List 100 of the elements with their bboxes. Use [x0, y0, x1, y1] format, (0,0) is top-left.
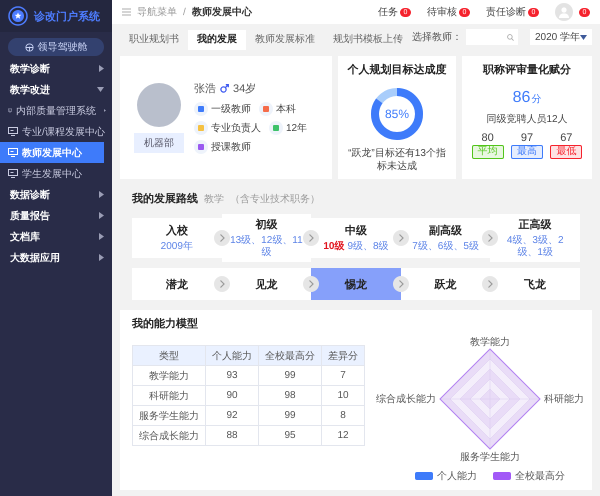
screen-icon: [8, 106, 12, 115]
submenu-label: 专业/课程发展中心: [22, 126, 105, 138]
submenu-item[interactable]: 内部质量管理系统: [0, 100, 112, 121]
user-icon: [558, 6, 570, 18]
breadcrumb-item: 教师发展中心: [192, 5, 252, 19]
year-select[interactable]: 2020 学年: [530, 29, 592, 45]
column-header: 差异分: [322, 346, 364, 366]
stat-value: 67: [560, 132, 572, 144]
level-name: 中级: [344, 224, 367, 238]
submenu-label: 学生发展中心: [22, 168, 82, 180]
submenu-label: 教师发展中心: [22, 146, 82, 160]
menu-item[interactable]: 大数据应用: [0, 247, 112, 268]
column-header: 个人能力: [206, 346, 258, 366]
menu-label: 教学诊断: [10, 62, 50, 76]
badge-icon: [194, 121, 208, 135]
table-cell: 10: [322, 386, 364, 406]
section-title: 我的能力模型: [132, 316, 199, 331]
progress-value: 85%: [384, 107, 410, 121]
table-cell: 98: [258, 386, 322, 406]
stat-tag: 最低: [550, 145, 582, 159]
chevron-right-icon: [214, 276, 230, 292]
axis-label: 综合成长能力: [376, 394, 436, 405]
level-grades: 4级、3级、2级、1级: [506, 235, 565, 259]
table-cell: 综合成长能力: [132, 426, 206, 446]
teacher-search-field[interactable]: [466, 29, 518, 45]
screen-icon: [8, 127, 18, 136]
stat-tag: 最高: [510, 145, 543, 159]
menu-item[interactable]: 数据诊断: [0, 184, 112, 205]
caret-right-icon: [99, 65, 104, 72]
column-header: 类型: [132, 346, 206, 366]
chevron-right-icon: [303, 230, 320, 246]
stage-card[interactable]: 见龙: [222, 268, 312, 300]
table-cell: 90: [206, 386, 258, 406]
legend-label: 个人能力: [437, 470, 477, 483]
screen-icon: [8, 148, 18, 157]
table-cell: 99: [258, 406, 322, 426]
tab[interactable]: 我的发展: [188, 30, 246, 50]
tab[interactable]: 规划书模板上传: [324, 30, 412, 50]
chevron-right-icon: [303, 276, 320, 292]
stat-value: 80: [482, 132, 494, 144]
caret-right-icon: [99, 254, 104, 261]
score-value: 86: [512, 89, 530, 107]
progress-ring: [368, 85, 426, 143]
goal-note: “跃龙”目标还有13个指标未达成: [347, 147, 447, 173]
submenu-item[interactable]: 专业/课程发展中心: [0, 121, 112, 142]
tab[interactable]: 职业规划书: [120, 30, 188, 50]
menu-icon: [122, 8, 131, 16]
caret-right-icon: [99, 212, 104, 219]
axis-label: 教学能力: [470, 337, 510, 348]
stat-tag: 平均: [472, 145, 504, 159]
submenu-item[interactable]: 学生发展中心: [0, 163, 112, 184]
chevron-right-icon: [482, 230, 498, 246]
breadcrumb-separator: /: [183, 6, 186, 18]
menu-label: 质量报告: [10, 210, 50, 222]
caret-right-icon: [99, 233, 104, 240]
table-cell: 12: [322, 426, 364, 446]
level-name: 初级: [255, 218, 278, 232]
table-cell: 92: [206, 406, 258, 426]
cockpit-button[interactable]: 领导驾驶舱: [8, 38, 104, 56]
avatar-photo-placeholder: [137, 82, 181, 126]
stage-card[interactable]: 潜龙: [132, 268, 222, 300]
stage-card[interactable]: 跃龙: [400, 268, 490, 300]
badge-icon: [194, 140, 208, 154]
profile-fact: 一级教师: [211, 103, 251, 116]
level-name: 正高级: [518, 218, 552, 232]
badge-icon: [259, 102, 273, 116]
axis-label: 科研能力: [544, 394, 584, 405]
table-cell: 93: [206, 366, 258, 386]
teacher-name: 张浩: [194, 82, 216, 96]
section-note: （含专业技术职务）: [230, 192, 320, 206]
level-name: 入校: [166, 224, 188, 238]
submenu-label: 内部质量管理系统: [16, 104, 96, 118]
menu-label: 文档库: [10, 230, 40, 244]
filter-label: 选择教师：: [412, 30, 462, 44]
stage-card[interactable]: 飞龙: [490, 268, 580, 300]
search-icon: [506, 34, 514, 40]
menu-item[interactable]: 文档库: [0, 226, 112, 247]
score-note: 同级竞聘人员12人: [486, 113, 568, 126]
menu-item[interactable]: 质量报告: [0, 205, 112, 226]
steering-wheel-icon: [24, 42, 34, 52]
table-cell: 7: [322, 366, 364, 386]
submenu-item[interactable]: 教师发展中心: [0, 142, 104, 163]
profile-fact: 12年: [286, 122, 308, 135]
table-cell: 服务学生能力: [132, 406, 206, 426]
menu-item[interactable]: 教学诊断: [0, 58, 112, 79]
badge-icon: [269, 121, 283, 135]
badge-icon: [194, 102, 208, 116]
department-button[interactable]: 机器部: [134, 132, 184, 152]
tab[interactable]: 教师发展标准: [246, 30, 324, 50]
legend-label: 全校最高分: [515, 470, 565, 483]
profile-fact: 本科: [276, 102, 296, 116]
stage-card[interactable]: 惕龙: [311, 268, 401, 300]
score-unit: 分: [531, 93, 542, 106]
card-title: 个人规划目标达成度: [348, 62, 446, 77]
avatar[interactable]: [555, 3, 573, 21]
logo[interactable]: 诊改门户系统: [0, 0, 112, 32]
menu-label: 大数据应用: [10, 251, 60, 264]
menu-item[interactable]: 教学改进: [0, 79, 112, 100]
table-cell: 95: [258, 426, 322, 446]
axis-label: 服务学生能力: [460, 452, 520, 463]
